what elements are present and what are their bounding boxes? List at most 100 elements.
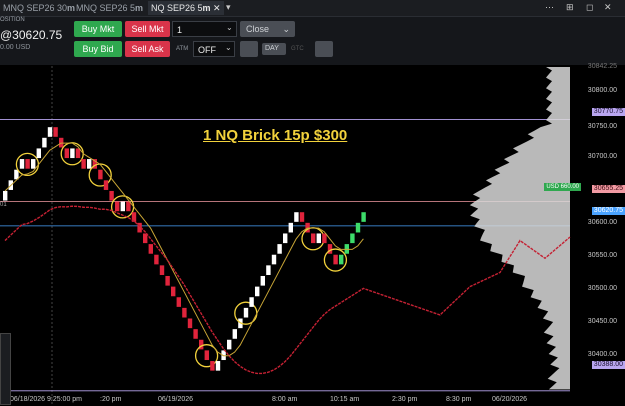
time-label: 06/20/2026 [492,396,528,403]
renko-brick [333,254,338,265]
chart-title: 1 NQ Brick 15p $300 [203,127,348,144]
level-badge-lower: 30388.00 [591,361,625,369]
time-label: 10:15 am [330,396,360,403]
tab-label: NQ SEP26 5 [151,3,203,13]
renko-brick [148,244,153,254]
price-axis[interactable]: 30842.25 30800.00 30700.00 30600.00 3055… [570,63,625,406]
renko-brick [36,148,41,159]
renko-brick [70,148,75,159]
axis-tick: 30600.00 [587,219,617,226]
time-label: 2:30 pm [392,396,418,403]
renko-brick [266,265,271,275]
renko-brick [350,233,355,244]
atm-settings-button[interactable] [240,41,258,57]
renko-chart[interactable] [0,66,625,406]
tab-mnq-30m[interactable]: MNQ SEP26 30m [0,1,78,15]
gtc-tif-button[interactable]: GTC [291,46,304,52]
pnl-badge: USD 660.00 [544,183,581,191]
renko-brick [19,159,25,169]
renko-brick [249,297,254,307]
atm-label: ATM [176,46,189,52]
chevron-down-icon: ⌄ [282,24,290,34]
sell-ask-button[interactable]: Sell Ask [125,41,170,57]
renko-brick [31,159,36,169]
renko-brick [294,212,299,222]
renko-brick [87,159,92,169]
renko-brick [64,148,69,159]
renko-brick [154,254,159,265]
renko-brick [109,190,114,201]
axis-tick: 30500.00 [587,285,617,292]
renko-brick [311,233,316,244]
sell-mkt-button[interactable]: Sell Mkt [125,21,170,37]
left-marker: 01 [0,202,7,208]
renko-brick [53,127,58,137]
account-label: OSITION [0,17,25,23]
close-button-label: Close [246,24,270,34]
quantity-stepper-icon[interactable]: ⌄ [226,23,233,32]
last-price: @30620.75 [0,28,63,42]
tab-label: MNQ SEP26 30 [3,3,68,13]
tab-bar: MNQ SEP26 30m MNQ SEP26 5m NQ SEP26 5m ✕… [0,0,625,17]
close-button[interactable]: Close ⌄ [240,21,295,37]
day-tif-button[interactable]: DAY [262,43,286,55]
time-label: 06/18/2026 9:25:00 pm [10,396,83,403]
side-panel-collapsed[interactable] [0,333,11,405]
renko-brick [361,212,366,222]
renko-brick [210,361,215,371]
renko-brick [182,307,187,318]
renko-brick [187,318,193,329]
add-window-icon[interactable]: ⊞ [566,2,574,13]
renko-brick [255,286,260,297]
renko-brick [355,222,361,233]
volume-profile [469,66,570,390]
renko-brick [75,148,81,159]
renko-brick [159,265,165,275]
renko-brick [227,339,232,350]
tab-unit: m [202,3,211,13]
tab-mnq-5m[interactable]: MNQ SEP26 5m [73,1,146,15]
renko-brick [215,361,221,371]
renko-brick [81,159,86,169]
renko-brick [316,233,321,244]
renko-brick [98,169,103,180]
renko-brick [271,254,277,265]
tab-unit: m [135,3,144,13]
renko-brick [339,254,344,265]
renko-brick [25,159,30,169]
atm-chevron-icon[interactable]: ⌄ [225,43,232,52]
time-label: 8:30 pm [446,396,472,403]
renko-brick [176,297,181,307]
options-icon[interactable]: ⋯ [545,2,554,13]
renko-brick [277,244,282,254]
renko-brick [59,137,64,148]
close-icon[interactable]: ✕ [604,2,612,13]
renko-brick [243,307,249,318]
axis-tick-top: 30842.25 [587,63,617,70]
tif-settings-button[interactable] [315,41,333,57]
maximize-icon[interactable]: ◻ [586,2,593,13]
renko-brick [120,201,125,212]
renko-brick [232,329,237,339]
dropdown-chevron-icon[interactable]: ▾ [226,2,231,13]
axis-tick: 30550.00 [587,252,617,259]
renko-brick [103,180,109,190]
axis-tick: 30750.00 [587,123,617,130]
renko-brick [283,233,288,244]
renko-brick [171,286,176,297]
buy-mkt-button[interactable]: Buy Mkt [74,21,122,37]
current-price-badge: 30620.75 [591,207,625,215]
usd-value: 0.00 USD [0,44,31,51]
renko-brick [126,201,131,212]
renko-brick [288,222,293,233]
axis-tick: 30800.00 [587,87,617,94]
level-badge-upper: 30770.75 [591,108,625,116]
renko-brick [115,201,120,212]
renko-brick [193,329,198,339]
renko-brick [322,233,327,244]
buy-bid-button[interactable]: Buy Bid [74,41,122,57]
time-label: 8:00 am [272,396,298,403]
axis-tick: 30700.00 [587,153,617,160]
renko-brick [3,190,8,201]
tab-nq-5m[interactable]: NQ SEP26 5m ✕ [148,1,224,15]
